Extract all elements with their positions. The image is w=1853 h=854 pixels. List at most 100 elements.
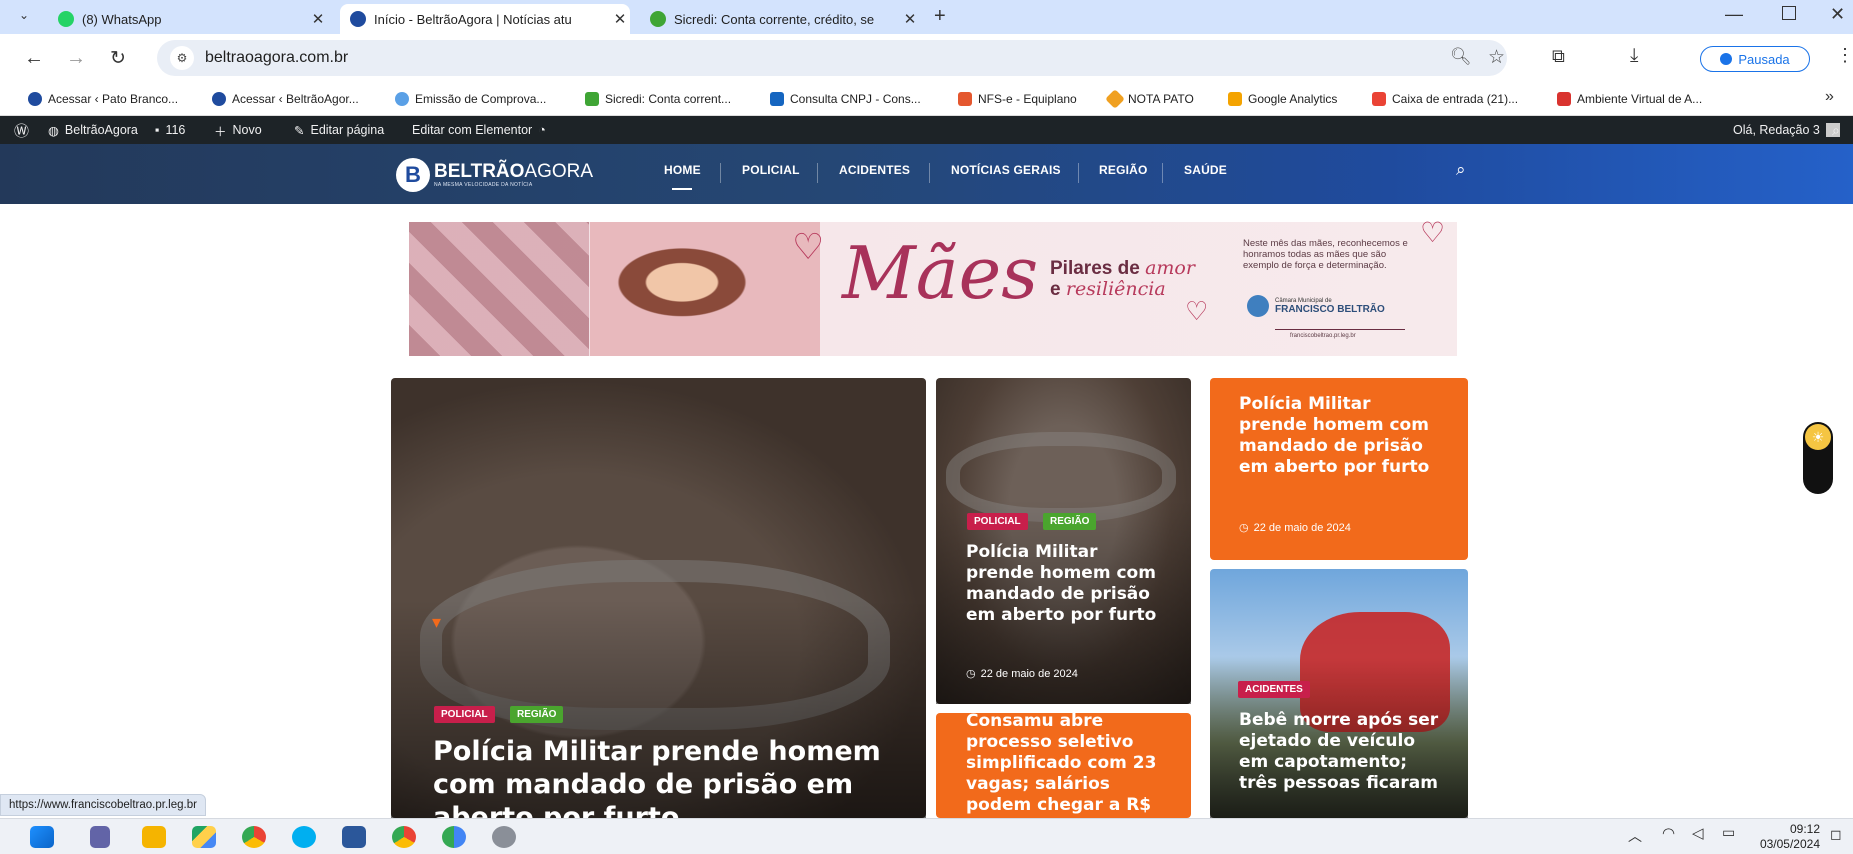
wp-elementor-link[interactable]: Editar com Elementor ◔ xyxy=(412,116,546,144)
profile-paused-button[interactable]: Pausada xyxy=(1700,46,1810,72)
nav-saude[interactable]: SAÚDE xyxy=(1184,163,1227,183)
back-button[interactable]: ← xyxy=(24,47,44,70)
wordpress-logo-icon[interactable]: Ⓦ xyxy=(14,116,29,144)
bookmark-item[interactable]: Acessar ‹ BeltrãoAgor... xyxy=(212,90,359,108)
news-card-mid2-title[interactable]: Consamu abre processo seletivo simplific… xyxy=(966,711,1176,818)
minimize-button[interactable]: — xyxy=(1725,4,1743,25)
nav-divider xyxy=(1162,163,1163,183)
volume-icon[interactable]: ◁ xyxy=(1692,824,1704,842)
tray-overflow-icon[interactable]: ︿ xyxy=(1628,826,1642,846)
close-icon[interactable]: ✕ xyxy=(900,10,920,28)
link-status-bubble: https://www.franciscobeltrao.pr.leg.br xyxy=(0,794,206,816)
wp-edit-page-link[interactable]: ✎ Editar página xyxy=(294,116,384,144)
wp-comments-link[interactable]: ▪ 116 xyxy=(155,116,185,144)
skype-icon[interactable] xyxy=(292,826,316,848)
nota-pato-icon xyxy=(1105,89,1125,109)
news-card-right-top-date: ◷ 22 de maio de 2024 xyxy=(1239,522,1351,534)
nav-noticias-gerais[interactable]: NOTÍCIAS GERAIS xyxy=(951,163,1061,183)
wifi-icon[interactable]: ◠ xyxy=(1662,824,1675,842)
wp-site-link[interactable]: ◍ BeltrãoAgora xyxy=(48,116,138,144)
news-card-right-top-title[interactable]: Polícia Militar prende homem com mandado… xyxy=(1239,394,1434,478)
bookmark-item[interactable]: Consulta CNPJ - Cons... xyxy=(770,90,921,108)
tag-policial[interactable]: POLICIAL xyxy=(434,706,495,723)
clock-icon: ◷ xyxy=(966,668,976,680)
sicredi-icon xyxy=(585,92,599,106)
settings-icon[interactable] xyxy=(492,826,516,848)
download-icon[interactable]: ⤓ xyxy=(1630,45,1638,67)
address-bar[interactable] xyxy=(157,40,1507,76)
zoom-icon[interactable]: 🔍︎ xyxy=(1450,47,1472,67)
drive-icon[interactable] xyxy=(192,826,216,848)
banner-mother-child-photo xyxy=(590,222,820,356)
sicredi-icon xyxy=(650,11,666,27)
restore-button[interactable] xyxy=(1782,6,1796,20)
nav-divider xyxy=(720,163,721,183)
banner-photo-collage xyxy=(409,222,589,356)
word-icon[interactable] xyxy=(342,826,366,848)
tag-acidentes[interactable]: ACIDENTES xyxy=(1238,681,1310,698)
wp-new-link[interactable]: ＋ Novo xyxy=(214,116,262,144)
clock-icon: ◷ xyxy=(1239,522,1249,534)
virtual-env-icon xyxy=(1557,92,1571,106)
new-tab-button[interactable]: + xyxy=(934,5,946,28)
nav-acidentes[interactable]: ACIDENTES xyxy=(839,163,910,183)
start-icon[interactable] xyxy=(30,826,54,848)
close-icon[interactable]: ✕ xyxy=(308,10,328,28)
nav-active-indicator xyxy=(672,188,692,190)
menu-icon[interactable]: ⋮ xyxy=(1836,45,1853,66)
file-explorer-icon[interactable] xyxy=(142,826,166,848)
site-logo[interactable]: B BELTRÃOAGORA NA MESMA VELOCIDADE DA NO… xyxy=(396,155,593,195)
news-card-right-bottom-title[interactable]: Bebê morre após ser ejetado de veículo e… xyxy=(1239,710,1439,818)
heart-icon: ♡ xyxy=(1420,217,1446,248)
clock-date: 03/05/2024 xyxy=(1759,837,1820,851)
teams-icon[interactable] xyxy=(90,826,110,848)
bookmark-star-icon[interactable]: ☆ xyxy=(1488,46,1505,69)
bookmark-item[interactable]: Ambiente Virtual de A... xyxy=(1557,90,1702,108)
bookmark-item[interactable]: NOTA PATO xyxy=(1105,89,1194,109)
banner-title: Mães xyxy=(842,231,1039,315)
tab-search-button[interactable]: ⌄ xyxy=(12,8,36,28)
extensions-icon[interactable]: ⧉ xyxy=(1552,46,1565,67)
clock[interactable]: 09:12 03/05/2024 xyxy=(1750,822,1820,852)
nav-regiao[interactable]: REGIÃO xyxy=(1099,163,1148,183)
tab-sicredi[interactable]: Sicredi: Conta corrente, crédito, se ✕ xyxy=(640,4,920,34)
tab-beltraoagora[interactable]: Início - BeltrãoAgora | Notícias atu ✕ xyxy=(340,4,630,34)
battery-icon[interactable]: ▭ xyxy=(1722,824,1735,841)
tag-regiao[interactable]: REGIÃO xyxy=(510,706,564,723)
notification-icon[interactable]: ◻ xyxy=(1830,826,1842,843)
more-bookmarks-icon[interactable]: » xyxy=(1825,88,1834,106)
profile-icon xyxy=(1720,53,1733,65)
tag-policial[interactable]: POLICIAL xyxy=(967,513,1028,530)
bookmark-item[interactable]: Acessar ‹ Pato Branco... xyxy=(28,90,178,108)
nav-policial[interactable]: POLICIAL xyxy=(742,163,800,183)
forward-button[interactable]: → xyxy=(66,47,86,70)
site-search-icon[interactable]: ⌕ xyxy=(1456,160,1466,180)
tab-whatsapp[interactable]: (8) WhatsApp ✕ xyxy=(48,4,328,34)
chrome-icon[interactable] xyxy=(242,826,266,848)
bookmark-item[interactable]: Caixa de entrada (21)... xyxy=(1372,90,1518,108)
bookmark-item[interactable]: Sicredi: Conta corrent... xyxy=(585,90,731,108)
chrome-icon[interactable] xyxy=(392,826,416,848)
plus-icon: ＋ xyxy=(214,124,227,139)
reload-button[interactable]: ↻ xyxy=(110,47,126,70)
bookmark-item[interactable]: Google Analytics xyxy=(1228,90,1337,108)
elementor-icon: ◔ xyxy=(538,123,546,137)
close-icon[interactable]: ✕ xyxy=(610,10,630,28)
bookmark-item[interactable]: Emissão de Comprova... xyxy=(395,90,546,108)
nav-divider xyxy=(1078,163,1079,183)
nav-divider xyxy=(817,163,818,183)
bookmark-item[interactable]: NFS-e - Equiplano xyxy=(958,90,1077,108)
chrome-profile-icon[interactable] xyxy=(442,826,466,848)
site-header xyxy=(0,144,1853,204)
site-info-icon[interactable]: ⚙ xyxy=(170,46,194,70)
close-window-button[interactable]: ✕ xyxy=(1830,4,1845,25)
logo-mark-icon: B xyxy=(396,158,430,192)
slider-indicator-icon[interactable]: ▾ xyxy=(432,612,441,633)
wp-account-link[interactable]: Olá, Redação 3 xyxy=(1733,116,1840,144)
nav-home[interactable]: HOME xyxy=(664,163,701,183)
nav-divider xyxy=(929,163,930,183)
wp-search-icon[interactable]: ⌕ xyxy=(1832,116,1840,144)
url-text[interactable]: beltraoagora.com.br xyxy=(205,49,348,67)
news-card-mid-title[interactable]: Polícia Militar prende homem com mandado… xyxy=(966,542,1171,626)
tag-regiao[interactable]: REGIÃO xyxy=(1043,513,1097,530)
